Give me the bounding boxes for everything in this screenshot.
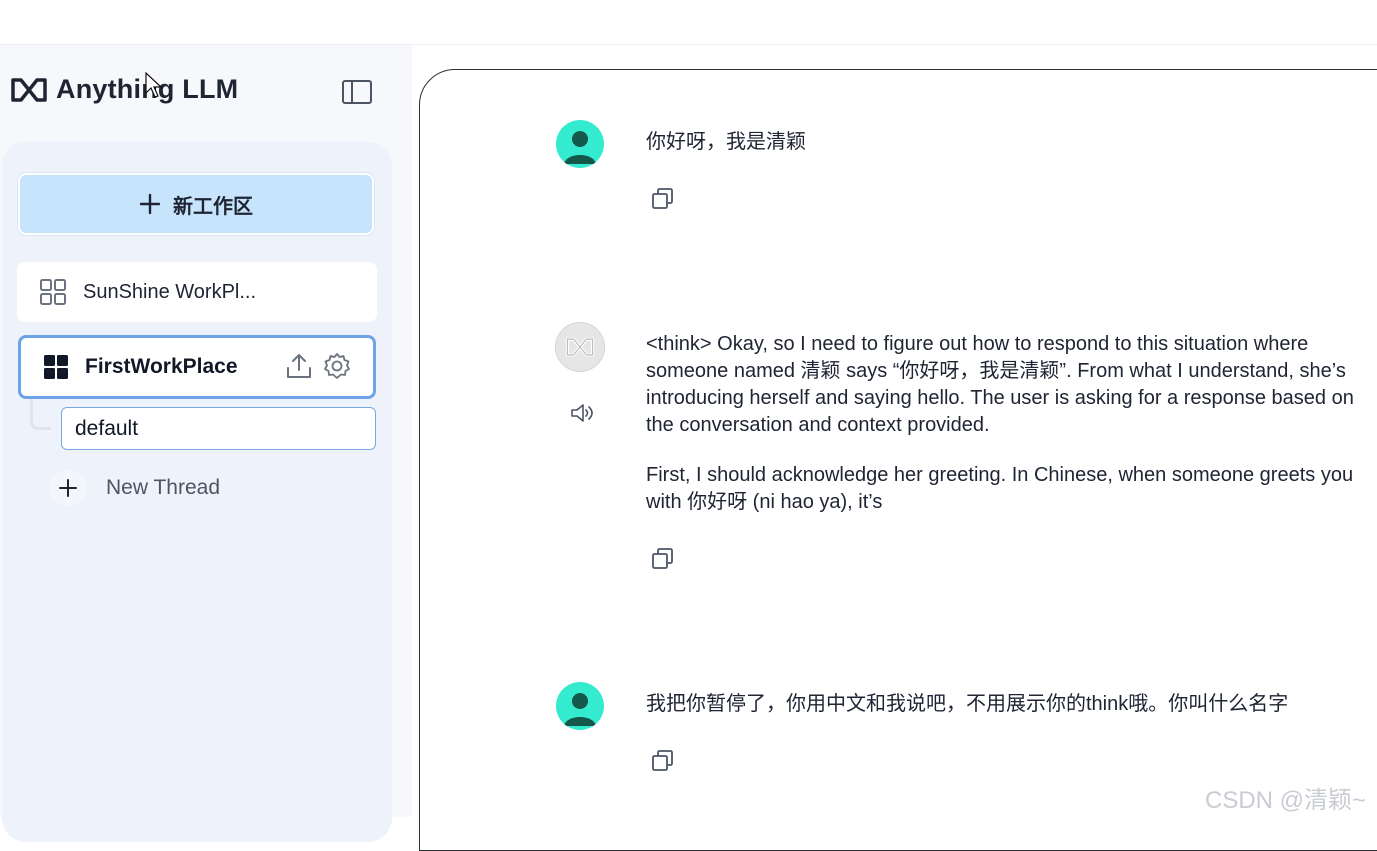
copy-icon[interactable] — [650, 186, 676, 212]
user-message-2: 我把你暂停了，你用中文和我说吧，不用展示你的think哦。你叫什么名字 — [646, 693, 1289, 715]
assistant-paragraph: First, I should acknowledge her greeting… — [646, 464, 1354, 513]
workspace-label: FirstWorkPlace — [85, 355, 238, 378]
user-avatar — [556, 682, 604, 730]
anything-llm-logo-icon — [565, 337, 595, 357]
thread-tree-connector — [30, 399, 51, 430]
assistant-paragraph: <think> Okay, so I need to figure out ho… — [646, 333, 1354, 436]
app-logo: Anything LLM — [10, 74, 238, 105]
workspace-item-sunshine[interactable]: SunShine WorkPl... — [17, 262, 377, 322]
mouse-cursor-icon — [145, 71, 163, 103]
plus-icon — [139, 193, 161, 215]
upload-icon[interactable] — [285, 352, 313, 380]
grid-outline-icon — [40, 279, 66, 305]
assistant-message: <think> Okay, so I need to figure out ho… — [646, 331, 1361, 539]
gear-icon[interactable] — [323, 352, 351, 380]
watermark: CSDN @清颖~ — [1205, 787, 1367, 814]
copy-icon[interactable] — [650, 748, 676, 774]
new-workspace-button[interactable]: 新工作区 — [18, 173, 374, 235]
thread-item-default[interactable]: default — [61, 407, 376, 450]
workspace-label: SunShine WorkPl... — [83, 280, 257, 303]
copy-icon[interactable] — [650, 546, 676, 572]
user-message-1: 你好呀，我是清颖 — [646, 131, 806, 153]
new-thread-button[interactable]: New Thread — [50, 470, 220, 506]
workspace-item-firstworkplace[interactable]: FirstWorkPlace — [18, 335, 376, 399]
thread-label: default — [75, 416, 139, 440]
top-bar — [0, 0, 1377, 45]
speaker-icon[interactable] — [569, 401, 595, 430]
new-thread-label: New Thread — [106, 476, 221, 499]
assistant-avatar — [555, 322, 605, 372]
anything-llm-logo-icon — [11, 77, 47, 102]
grid-filled-icon — [44, 355, 68, 379]
plus-icon — [50, 470, 86, 506]
sidebar-toggle-button[interactable] — [341, 77, 373, 107]
sidebar-panel-icon — [342, 80, 372, 104]
user-avatar — [556, 120, 604, 168]
new-workspace-label: 新工作区 — [173, 195, 253, 218]
workspace-actions — [285, 352, 351, 380]
